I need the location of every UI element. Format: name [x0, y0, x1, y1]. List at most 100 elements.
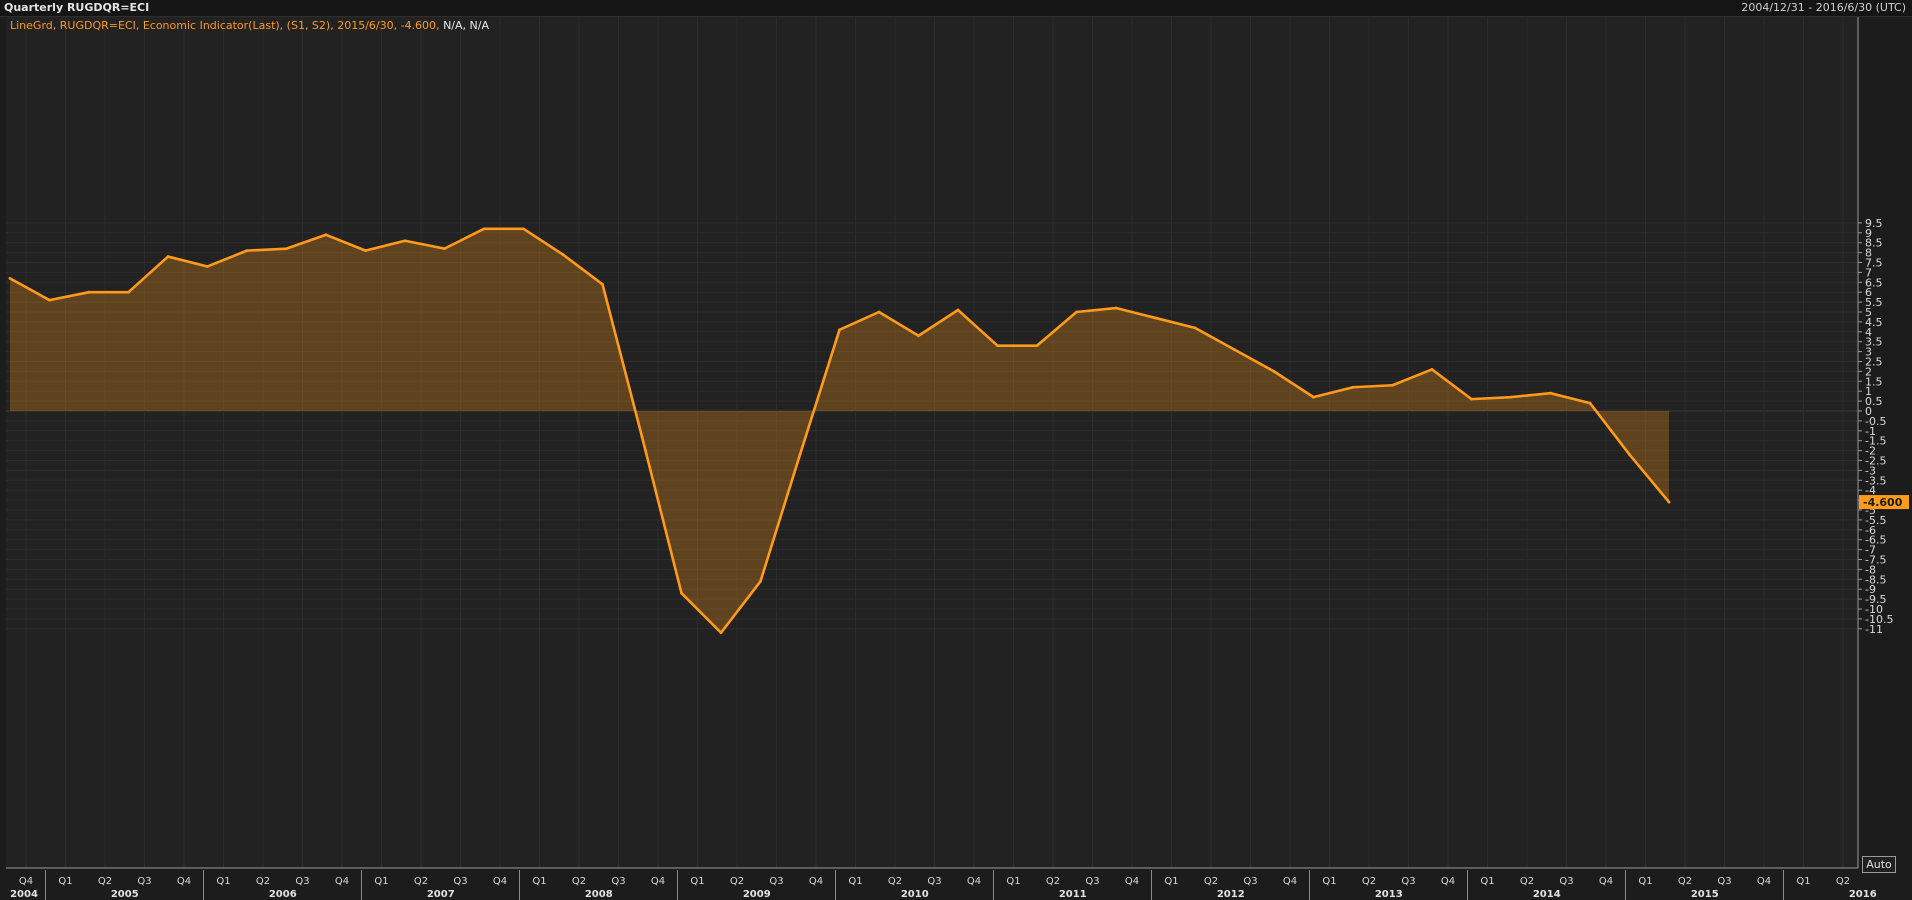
data-point: [1154, 316, 1157, 320]
x-quarter-label: Q2: [1204, 876, 1218, 887]
data-point: [1075, 310, 1078, 314]
x-quarter-label: Q3: [1401, 876, 1415, 887]
data-point: [166, 255, 170, 258]
data-point: [1391, 383, 1394, 387]
x-quarter-label: Q4: [1441, 876, 1455, 887]
data-point: [1628, 453, 1631, 456]
x-quarter-label: Q4: [1125, 876, 1139, 887]
x-quarter-label: Q3: [1243, 876, 1257, 887]
x-quarter-label: Q4: [177, 876, 191, 887]
data-point: [1193, 326, 1197, 330]
x-quarter-label: Q4: [809, 876, 823, 887]
x-year-label: 2016: [1849, 889, 1877, 900]
data-point: [1549, 391, 1552, 395]
data-point: [127, 290, 130, 294]
data-point: [245, 249, 249, 253]
x-quarter-label: Q3: [1085, 876, 1099, 887]
data-point: [798, 453, 802, 456]
x-quarter-label: Q2: [1362, 876, 1376, 887]
last-value-label: -4.600: [1863, 496, 1903, 509]
plot-background: [6, 17, 1858, 868]
data-point: [877, 310, 881, 314]
x-quarter-label: Q1: [1006, 876, 1020, 887]
x-year-label: 2011: [1059, 889, 1087, 900]
data-point: [522, 227, 525, 231]
data-point: [1588, 401, 1592, 405]
data-point: [482, 227, 486, 231]
x-year-label: 2006: [269, 889, 297, 900]
y-tick-label: -11: [1865, 623, 1883, 636]
x-quarter-label: Q2: [888, 876, 902, 887]
x-quarter-label: Q1: [374, 876, 388, 887]
x-quarter-label: Q2: [1520, 876, 1534, 887]
x-quarter-label: Q3: [927, 876, 941, 887]
legend-na-text: N/A, N/A: [443, 19, 489, 32]
data-point: [956, 308, 960, 312]
data-point: [285, 247, 288, 251]
data-point: [206, 265, 209, 268]
x-quarter-label: Q1: [690, 876, 704, 887]
x-quarter-label: Q1: [58, 876, 72, 887]
data-point: [443, 247, 446, 251]
x-quarter-label: Q3: [611, 876, 625, 887]
x-quarter-label: Q1: [1796, 876, 1810, 887]
x-year-label: 2008: [585, 889, 613, 900]
x-quarter-label: Q1: [216, 876, 230, 887]
data-point: [759, 579, 762, 583]
data-point: [838, 328, 841, 332]
data-point: [324, 233, 328, 237]
x-quarter-label: Q3: [769, 876, 783, 887]
x-quarter-label: Q3: [295, 876, 309, 887]
data-point: [719, 631, 723, 635]
x-quarter-label: Q1: [1638, 876, 1652, 887]
x-quarter-label: Q3: [137, 876, 151, 887]
x-year-label: 2013: [1375, 889, 1403, 900]
data-point: [87, 290, 91, 294]
x-quarter-label: Q4: [493, 876, 507, 887]
x-quarter-label: Q2: [572, 876, 586, 887]
data-point: [1470, 397, 1473, 401]
data-point: [8, 276, 12, 280]
x-quarter-label: Q2: [1678, 876, 1692, 887]
legend-text: LineGrd, RUGDQR=ECI, Economic Indicator(…: [10, 19, 440, 32]
data-point: [1312, 395, 1315, 399]
x-quarter-label: Q4: [1283, 876, 1297, 887]
x-year-label: 2012: [1217, 889, 1245, 900]
series-legend: LineGrd, RUGDQR=ECI, Economic Indicator(…: [10, 19, 489, 32]
x-quarter-label: Q2: [414, 876, 428, 887]
data-point: [403, 239, 407, 243]
data-point: [1114, 306, 1118, 310]
x-year-label: 2014: [1533, 889, 1561, 900]
x-quarter-label: Q1: [1164, 876, 1178, 887]
chart-area[interactable]: 9.598.587.576.565.554.543.532.521.510.50…: [0, 0, 1912, 900]
data-point: [1272, 370, 1276, 373]
data-point: [1035, 344, 1039, 348]
data-point: [680, 591, 683, 595]
x-quarter-label: Q1: [848, 876, 862, 887]
x-quarter-label: Q3: [1717, 876, 1731, 887]
x-quarter-label: Q2: [1836, 876, 1850, 887]
x-quarter-label: Q1: [1480, 876, 1494, 887]
x-quarter-label: Q4: [19, 876, 33, 887]
data-point: [601, 282, 604, 286]
x-quarter-label: Q4: [1757, 876, 1771, 887]
x-year-label: 2010: [901, 889, 929, 900]
data-point: [1430, 368, 1434, 371]
x-quarter-label: Q1: [1322, 876, 1336, 887]
x-quarter-label: Q1: [532, 876, 546, 887]
data-point: [364, 249, 367, 253]
data-point: [1509, 395, 1513, 399]
data-point: [1233, 348, 1236, 352]
x-quarter-label: Q3: [453, 876, 467, 887]
x-quarter-label: Q4: [967, 876, 981, 887]
data-point: [1351, 385, 1355, 389]
x-quarter-label: Q2: [1046, 876, 1060, 887]
x-quarter-label: Q4: [335, 876, 349, 887]
x-year-label: 2004: [10, 889, 38, 900]
auto-scale-button[interactable]: Auto: [1862, 856, 1896, 873]
x-year-label: 2007: [427, 889, 455, 900]
x-quarter-label: Q3: [1559, 876, 1573, 887]
x-quarter-label: Q2: [256, 876, 270, 887]
x-quarter-label: Q2: [98, 876, 112, 887]
data-point: [640, 435, 644, 439]
